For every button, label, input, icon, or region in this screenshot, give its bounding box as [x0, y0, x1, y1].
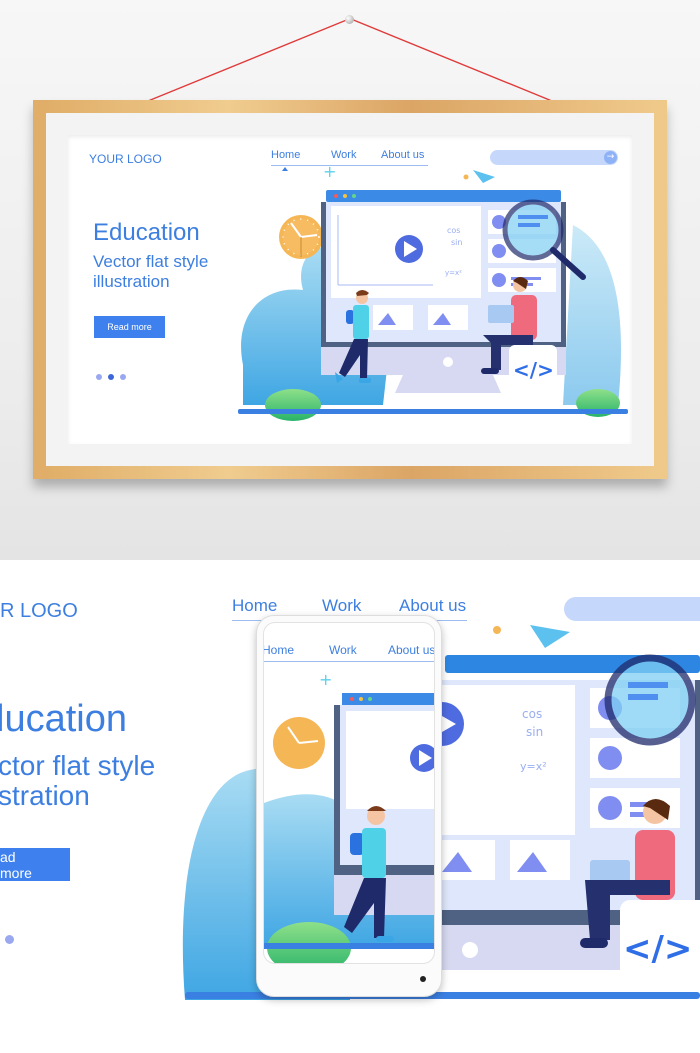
- nav-home[interactable]: Home: [271, 149, 300, 161]
- phone-clock-icon: [273, 717, 325, 769]
- subheadline-line1: Vector flat style: [93, 252, 209, 271]
- nail-icon: [345, 15, 354, 24]
- education-illustration: + cos sin y=x² </>: [238, 165, 628, 421]
- banner-math-cos: cos: [522, 707, 542, 721]
- plus-icon: +: [323, 165, 336, 181]
- banner-subheadline-line1: ctor flat style: [0, 750, 156, 781]
- read-more-button[interactable]: Read more: [94, 316, 165, 338]
- clock-icon: [279, 215, 323, 259]
- banner-math-formula: y=x²: [520, 760, 547, 773]
- banner-headline: lucation: [0, 698, 127, 740]
- search-arrow-icon[interactable]: →: [604, 151, 617, 164]
- phone-nav-underline: [264, 661, 434, 662]
- search-bar[interactable]: →: [490, 150, 618, 165]
- banner-nav-work[interactable]: Work: [322, 596, 361, 616]
- framed-landing-page: YOUR LOGO Home Work About us → Education…: [68, 135, 632, 445]
- pagination-dot-1[interactable]: [96, 374, 102, 380]
- ground-line: [238, 409, 628, 414]
- code-box: </>: [509, 345, 557, 387]
- phone-camera-icon: [420, 976, 426, 982]
- nav-about[interactable]: About us: [381, 149, 424, 161]
- phone-nav-work[interactable]: Work: [329, 643, 357, 657]
- banner-nav-about[interactable]: About us: [399, 596, 466, 616]
- phone-screen: Home Work About us +: [263, 622, 435, 964]
- banner-nav-home[interactable]: Home: [232, 596, 277, 616]
- phone-nav-home[interactable]: Home: [264, 643, 294, 657]
- banner-subheadline-line2: stration: [0, 780, 90, 811]
- monitor-stand: [395, 375, 501, 393]
- phone-nav-about[interactable]: About us: [388, 643, 434, 657]
- banner-code-icon: </>: [623, 929, 692, 969]
- math-sin: sin: [451, 238, 462, 247]
- pagination-dot-2-active[interactable]: [108, 374, 114, 380]
- banner-math-sin: sin: [526, 725, 543, 739]
- nav-work[interactable]: Work: [331, 149, 356, 161]
- banner-pagination-dot[interactable]: [5, 935, 14, 944]
- headline: Education: [93, 219, 200, 246]
- math-cos: cos: [447, 226, 460, 235]
- phone-illustration: +: [264, 670, 434, 963]
- math-formula: y=x²: [445, 269, 462, 277]
- laptop-icon: [488, 305, 514, 323]
- monitor-titlebar: [326, 190, 561, 202]
- banner-read-more-label: ad more: [0, 848, 32, 881]
- banner-read-more-button[interactable]: ad more: [0, 848, 70, 881]
- pagination-dot-3[interactable]: [120, 374, 126, 380]
- banner-code-box: </>: [620, 900, 700, 985]
- blue-blob-right: [563, 225, 621, 405]
- logo[interactable]: YOUR LOGO: [89, 152, 162, 166]
- banner-logo[interactable]: R LOGO: [0, 600, 78, 623]
- phone-mockup: Home Work About us +: [256, 615, 442, 997]
- banner-magnifier-icon: [604, 654, 696, 746]
- paper-plane-icon: [473, 170, 495, 183]
- banner-search-bar[interactable]: [564, 597, 700, 621]
- bush-left: [265, 389, 321, 421]
- banner-paper-plane-icon: [530, 625, 570, 648]
- code-icon: </>: [513, 358, 554, 382]
- subheadline-line2: illustration: [93, 272, 170, 291]
- phone-plus-icon: +: [319, 670, 332, 689]
